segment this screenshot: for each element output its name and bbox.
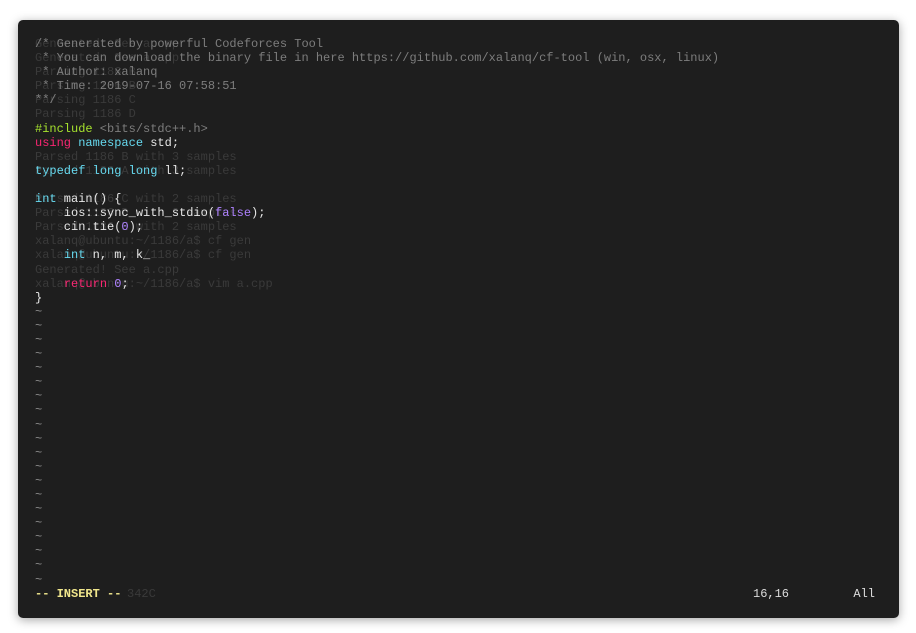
background-status-text: 342C: [127, 587, 156, 601]
code-token: n, m, k_: [85, 248, 151, 263]
code-line: }: [35, 291, 719, 305]
empty-line-tilde: ~: [35, 347, 43, 362]
code-token: 0: [121, 220, 129, 235]
code-token: );: [128, 220, 144, 235]
code-token: **/: [35, 93, 57, 108]
code-line: * Author: xalanq: [35, 65, 719, 79]
code-line: #include <bits/stdc++.h>: [35, 122, 719, 136]
empty-line-tilde: ~: [35, 572, 43, 587]
code-token: * Author: xalanq: [35, 65, 158, 80]
code-token: cin.tie(: [35, 220, 122, 235]
code-token: false: [215, 206, 252, 221]
code-line: /* Generated by powerful Codeforces Tool: [35, 37, 719, 51]
empty-line-tilde: ~: [35, 403, 43, 418]
code-token: /* Generated by powerful Codeforces Tool: [35, 37, 324, 51]
code-token: ;: [121, 276, 129, 291]
code-token: <bits/stdc++.h>: [92, 121, 208, 136]
scroll-indicator: All: [853, 587, 875, 601]
code-token: main() {: [56, 192, 122, 207]
code-line: int main() {: [35, 192, 719, 206]
code-line: int n, m, k_: [35, 248, 719, 262]
empty-line-tilde: ~: [35, 459, 43, 474]
terminal-window[interactable]: Generated: See a.cpp Generated: See a.cpp…: [18, 20, 899, 618]
code-token: ios::sync_with_stdio(: [35, 206, 216, 221]
code-token: using: [35, 135, 72, 150]
empty-line-tilde: ~: [35, 530, 43, 545]
code-line: typedef long long ll;: [35, 164, 719, 178]
code-line: cin.tie(0);: [35, 220, 719, 234]
empty-line-tilde: ~: [35, 502, 43, 517]
empty-line-tilde: ~: [35, 445, 43, 460]
code-token: long: [92, 163, 122, 178]
code-line: **/: [35, 93, 719, 107]
empty-line-tilde: ~: [35, 332, 43, 347]
cursor-position: 16,16: [753, 587, 790, 601]
empty-line-tilde: ~: [35, 473, 43, 488]
code-token: int: [63, 248, 86, 263]
vim-editor-buffer[interactable]: /* Generated by powerful Codeforces Tool…: [35, 37, 719, 587]
code-line: * Time: 2019-07-16 07:58:51: [35, 79, 719, 93]
code-token: int: [35, 192, 57, 207]
empty-line-tilde: ~: [35, 544, 43, 559]
empty-line-tilde: ~: [35, 318, 43, 333]
code-token: std;: [143, 135, 180, 150]
code-token: ll;: [157, 163, 187, 178]
empty-line-tilde: ~: [35, 304, 43, 319]
insert-mode-indicator: -- INSERT --: [35, 587, 122, 601]
code-line: * You can download the binary file in he…: [35, 51, 719, 65]
empty-line-tilde: ~: [35, 431, 43, 446]
code-token: #include: [35, 121, 93, 136]
code-line: return 0;: [35, 277, 719, 291]
code-token: namespace: [78, 135, 144, 150]
empty-line-tilde: ~: [35, 488, 43, 502]
code-token: return: [63, 276, 108, 291]
empty-line-tilde: ~: [35, 516, 43, 531]
code-line: ios::sync_with_stdio(false);: [35, 206, 719, 220]
empty-line-tilde: ~: [35, 417, 43, 432]
code-token: * You can download the binary file in he…: [35, 51, 720, 66]
code-token: typedef: [35, 163, 86, 178]
empty-line-tilde: ~: [35, 361, 43, 376]
empty-line-tilde: ~: [35, 558, 43, 573]
empty-line-tilde: ~: [35, 389, 43, 404]
empty-line-tilde: ~: [35, 375, 43, 390]
code-token: long: [128, 163, 158, 178]
code-token: }: [35, 290, 43, 305]
code-token: );: [251, 206, 266, 221]
vim-status-line: -- INSERT -- 342C 16,16 All: [35, 586, 875, 602]
code-line: using namespace std;: [35, 136, 719, 150]
code-token: * Time: 2019-07-16 07:58:51: [35, 79, 237, 94]
